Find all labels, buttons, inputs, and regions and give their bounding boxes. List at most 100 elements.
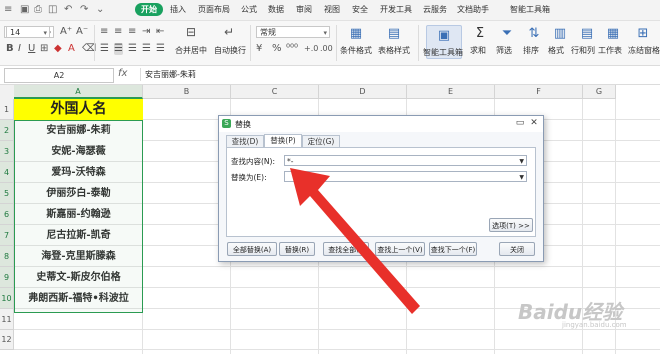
row-header-6[interactable]: 6 [0, 204, 14, 225]
align-top-icon[interactable]: ≡ [100, 26, 108, 38]
tab-view[interactable]: 视图 [324, 4, 340, 15]
filter-icon[interactable]: ⏷ [494, 23, 520, 43]
wrap-text-icon[interactable]: ↵ [224, 26, 234, 38]
italic-icon[interactable]: I [18, 43, 21, 55]
row-header-5[interactable]: 5 [0, 183, 14, 204]
tab-page-layout[interactable]: 页面布局 [198, 4, 230, 15]
menu-icon[interactable]: ≡ [4, 4, 12, 15]
column-header-g[interactable]: G [583, 85, 616, 99]
tab-security[interactable]: 安全 [352, 4, 368, 15]
border-icon[interactable]: ⊞ [40, 43, 48, 55]
wrap-text-label[interactable]: 自动换行 [214, 45, 246, 56]
close-button[interactable]: 关闭 [499, 242, 535, 256]
worksheet-icon[interactable]: ▦ [600, 23, 626, 43]
column-header-c[interactable]: C [231, 85, 319, 99]
replace-input[interactable]: ▼ [284, 171, 527, 182]
fx-icon[interactable]: fx [118, 68, 127, 79]
freeze-label[interactable]: 冻结窗格 [628, 45, 660, 56]
header-cell[interactable]: 外国人名 [14, 99, 143, 120]
format-label[interactable]: 格式 [548, 45, 564, 56]
find-next-button[interactable]: 查找下一个(F) [429, 242, 477, 256]
sum-label[interactable]: 求和 [470, 45, 486, 56]
row-header-1[interactable]: 1 [0, 99, 14, 120]
tab-data[interactable]: 数据 [268, 4, 284, 15]
tab-home[interactable]: 开始 [135, 3, 163, 16]
find-previous-button[interactable]: 查找上一个(V) [375, 242, 425, 256]
minimize-icon[interactable]: ▭ [513, 117, 527, 129]
worksheet-label[interactable]: 工作表 [598, 45, 622, 56]
formula-input[interactable]: 安吉丽娜-朱莉 [140, 68, 660, 81]
fill-color-icon[interactable]: ◆ [54, 43, 62, 55]
table-style-label[interactable]: 表格样式 [378, 45, 410, 56]
sort-icon[interactable]: ⇅ [521, 23, 547, 43]
distribute-icon[interactable]: ☰ [156, 43, 165, 55]
indent-icon[interactable]: ⇥ [142, 26, 150, 38]
sum-icon[interactable]: Σ [467, 23, 493, 43]
increase-decimal-icon[interactable]: +.0 [304, 43, 318, 55]
font-shrink-icon[interactable]: A⁻ [76, 26, 88, 38]
tab-replace[interactable]: 替换(P) [264, 134, 302, 148]
redo-icon[interactable]: ↷ [80, 4, 88, 15]
font-grow-icon[interactable]: A⁺ [60, 26, 72, 38]
row-header-4[interactable]: 4 [0, 162, 14, 183]
dropdown-icon[interactable]: ⌄ [96, 4, 104, 15]
tab-formulas[interactable]: 公式 [241, 4, 257, 15]
number-format-select[interactable]: 常规 ▾ [256, 26, 330, 38]
column-header-d[interactable]: D [319, 85, 407, 99]
preview-icon[interactable]: ◫ [48, 4, 57, 15]
column-header-e[interactable]: E [407, 85, 495, 99]
conditional-format-icon[interactable]: ▦ [343, 23, 369, 43]
tab-smart-toolbox[interactable]: 智能工具箱 [510, 4, 550, 15]
merge-center-label[interactable]: 合并居中 [175, 45, 207, 56]
underline-icon[interactable]: U [28, 43, 35, 55]
sort-label[interactable]: 排序 [523, 45, 539, 56]
decrease-decimal-icon[interactable]: .00 [320, 43, 333, 55]
thousands-icon[interactable]: ⁰⁰⁰ [286, 43, 298, 55]
tab-developer[interactable]: 开发工具 [380, 4, 412, 15]
row-header-3[interactable]: 3 [0, 141, 14, 162]
save-icon[interactable]: ▣ [20, 4, 29, 15]
font-size-select[interactable]: 14 ▾ [6, 26, 50, 38]
column-header-a[interactable]: A [14, 85, 143, 99]
column-header-b[interactable]: B [143, 85, 231, 99]
tab-review[interactable]: 审阅 [296, 4, 312, 15]
row-col-icon[interactable]: ▤ [574, 23, 600, 43]
freeze-icon[interactable]: ⊞ [630, 23, 656, 43]
font-color-icon[interactable]: A [68, 43, 75, 55]
justify-icon[interactable]: ☰ [142, 43, 151, 55]
replace-button[interactable]: 替换(R) [279, 242, 315, 256]
table-style-icon[interactable]: ▤ [381, 23, 407, 43]
print-icon[interactable]: ⎙ [34, 4, 42, 15]
align-middle-icon[interactable]: ≡ [114, 26, 122, 38]
name-box[interactable]: A2 [4, 68, 114, 83]
tab-insert[interactable]: 插入 [170, 4, 186, 15]
conditional-format-label[interactable]: 条件格式 [340, 45, 372, 56]
align-center-icon[interactable]: ☰ [114, 43, 123, 55]
row-header-8[interactable]: 8 [0, 246, 14, 267]
column-header-f[interactable]: F [495, 85, 583, 99]
row-header-9[interactable]: 9 [0, 267, 14, 288]
merge-center-icon[interactable]: ⊟ [186, 26, 196, 38]
tab-cloud-service[interactable]: 云服务 [423, 4, 447, 15]
currency-icon[interactable]: ¥ [256, 43, 262, 55]
row-header-2[interactable]: 2 [0, 120, 14, 141]
row-col-label[interactable]: 行和列 [571, 45, 595, 56]
row-header-7[interactable]: 7 [0, 225, 14, 246]
row-header-12[interactable]: 12 [0, 330, 14, 350]
tab-find[interactable]: 查找(D) [226, 135, 264, 147]
format-icon[interactable]: ▥ [547, 23, 573, 43]
align-bottom-icon[interactable]: ≡ [128, 26, 136, 38]
tab-goto[interactable]: 定位(G) [302, 135, 340, 147]
select-all-corner[interactable] [0, 85, 15, 100]
row-header-11[interactable]: 11 [0, 309, 14, 330]
align-left-icon[interactable]: ☰ [100, 43, 109, 55]
outdent-icon[interactable]: ⇤ [156, 26, 164, 38]
row-header-10[interactable]: 10 [0, 288, 14, 309]
find-input[interactable]: *- ▼ [284, 155, 527, 166]
close-icon[interactable]: ✕ [527, 117, 541, 129]
options-button[interactable]: 选项(T) >> [489, 218, 533, 232]
percent-icon[interactable]: % [272, 43, 282, 55]
undo-icon[interactable]: ↶ [64, 4, 72, 15]
find-all-button[interactable]: 查找全部(I) [323, 242, 369, 256]
tab-document-assistant[interactable]: 文档助手 [457, 4, 489, 15]
